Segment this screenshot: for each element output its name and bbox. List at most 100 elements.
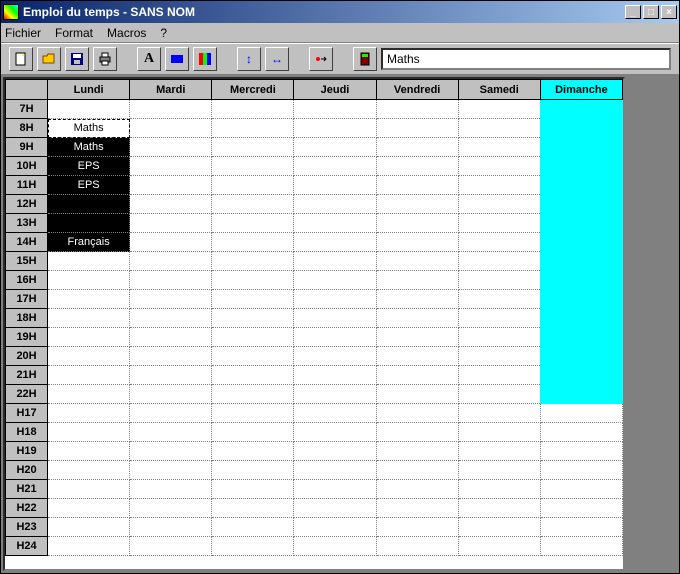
cell[interactable] — [294, 442, 376, 461]
row-header[interactable]: 13H — [6, 214, 48, 233]
row-header[interactable]: H21 — [6, 480, 48, 499]
cell[interactable] — [212, 214, 294, 233]
cell[interactable] — [212, 157, 294, 176]
cell[interactable] — [376, 366, 458, 385]
cell[interactable] — [376, 480, 458, 499]
cell[interactable] — [48, 366, 130, 385]
cell[interactable] — [130, 119, 212, 138]
close-button[interactable]: × — [661, 5, 677, 19]
cell[interactable] — [376, 176, 458, 195]
cell[interactable] — [540, 518, 622, 537]
cell[interactable] — [48, 290, 130, 309]
cell[interactable] — [540, 461, 622, 480]
cell[interactable] — [540, 252, 622, 271]
schedule-table[interactable]: LundiMardiMercrediJeudiVendrediSamediDim… — [5, 79, 623, 556]
cell[interactable] — [130, 195, 212, 214]
cell[interactable] — [130, 385, 212, 404]
row-header[interactable]: H18 — [6, 423, 48, 442]
cell[interactable] — [130, 176, 212, 195]
tool2-button[interactable] — [353, 47, 377, 71]
cell[interactable] — [458, 461, 540, 480]
cell[interactable] — [458, 195, 540, 214]
cell[interactable]: EPS — [48, 157, 130, 176]
cell[interactable] — [48, 461, 130, 480]
cell[interactable] — [294, 461, 376, 480]
cell[interactable] — [376, 290, 458, 309]
cell[interactable] — [130, 404, 212, 423]
cell[interactable]: EPS — [48, 176, 130, 195]
row-header[interactable]: 16H — [6, 271, 48, 290]
cell[interactable] — [294, 518, 376, 537]
cell[interactable]: Maths — [48, 119, 130, 138]
cell[interactable] — [294, 404, 376, 423]
cell[interactable] — [294, 423, 376, 442]
cell[interactable] — [458, 328, 540, 347]
row-header[interactable]: H19 — [6, 442, 48, 461]
cell[interactable] — [294, 100, 376, 119]
cell[interactable] — [458, 214, 540, 233]
cell[interactable] — [294, 328, 376, 347]
cell[interactable] — [458, 119, 540, 138]
cell[interactable] — [540, 157, 622, 176]
day-header[interactable]: Vendredi — [376, 80, 458, 100]
cell[interactable] — [540, 195, 622, 214]
cell[interactable] — [130, 100, 212, 119]
cell[interactable] — [376, 157, 458, 176]
row-header[interactable]: 11H — [6, 176, 48, 195]
cell[interactable] — [130, 480, 212, 499]
cell[interactable] — [458, 176, 540, 195]
cell[interactable] — [294, 252, 376, 271]
color2-button[interactable] — [193, 47, 217, 71]
cell[interactable] — [376, 309, 458, 328]
vresize-button[interactable]: ↕ — [237, 47, 261, 71]
cell[interactable] — [294, 537, 376, 556]
row-header[interactable]: H24 — [6, 537, 48, 556]
font-button[interactable]: A — [137, 47, 161, 71]
minimize-button[interactable]: _ — [625, 5, 641, 19]
cell[interactable] — [48, 328, 130, 347]
cell[interactable] — [212, 176, 294, 195]
cell[interactable] — [212, 423, 294, 442]
row-header[interactable]: 12H — [6, 195, 48, 214]
day-header[interactable]: Samedi — [458, 80, 540, 100]
menu-fichier[interactable]: Fichier — [5, 26, 41, 40]
day-header[interactable]: Mardi — [130, 80, 212, 100]
cell[interactable] — [540, 423, 622, 442]
cell[interactable] — [540, 271, 622, 290]
row-header[interactable]: 20H — [6, 347, 48, 366]
cell[interactable] — [48, 480, 130, 499]
cell[interactable] — [48, 499, 130, 518]
cell[interactable] — [294, 271, 376, 290]
cell[interactable] — [458, 537, 540, 556]
cell[interactable] — [540, 290, 622, 309]
cell[interactable] — [540, 138, 622, 157]
cell[interactable] — [376, 461, 458, 480]
cell[interactable] — [540, 309, 622, 328]
row-header[interactable]: 17H — [6, 290, 48, 309]
cell[interactable] — [212, 537, 294, 556]
print-button[interactable] — [93, 47, 117, 71]
row-header[interactable]: 18H — [6, 309, 48, 328]
cell[interactable] — [130, 423, 212, 442]
cell[interactable] — [48, 195, 130, 214]
cell[interactable] — [458, 309, 540, 328]
cell[interactable] — [540, 537, 622, 556]
cell[interactable] — [212, 309, 294, 328]
cell[interactable] — [540, 366, 622, 385]
cell[interactable] — [212, 347, 294, 366]
cell[interactable] — [212, 195, 294, 214]
cell[interactable] — [540, 499, 622, 518]
row-header[interactable]: 19H — [6, 328, 48, 347]
cell[interactable] — [48, 537, 130, 556]
cell[interactable] — [458, 347, 540, 366]
cell[interactable] — [540, 214, 622, 233]
cell[interactable] — [212, 290, 294, 309]
cell[interactable] — [130, 271, 212, 290]
cell[interactable] — [48, 214, 130, 233]
cell[interactable] — [130, 442, 212, 461]
cell[interactable] — [540, 442, 622, 461]
cell[interactable] — [540, 328, 622, 347]
cell[interactable] — [48, 271, 130, 290]
cell[interactable] — [540, 100, 622, 119]
row-header[interactable]: H22 — [6, 499, 48, 518]
